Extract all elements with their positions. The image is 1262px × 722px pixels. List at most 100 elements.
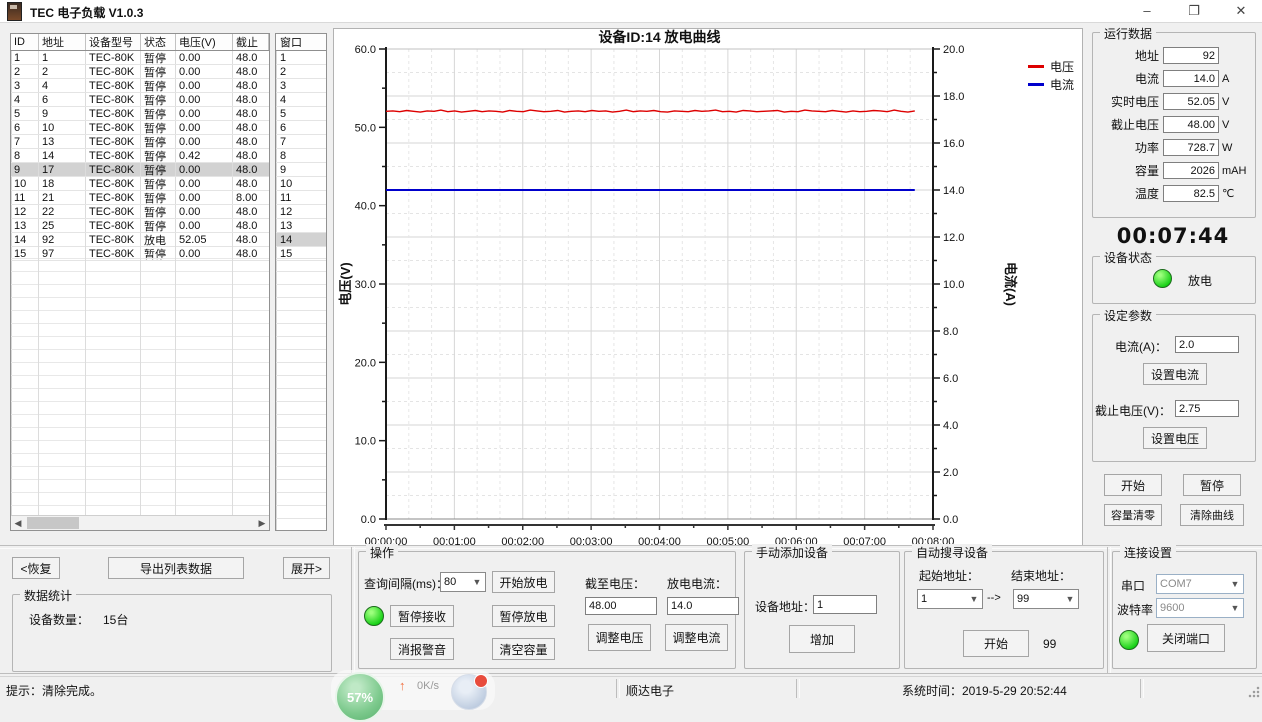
window-table-header: 窗口 bbox=[276, 34, 326, 51]
set-params-title: 设定参数 bbox=[1100, 307, 1157, 324]
restore-button[interactable]: <恢复 bbox=[12, 557, 60, 579]
window-row[interactable]: 13 bbox=[276, 219, 326, 233]
status-light-icon bbox=[1153, 269, 1172, 288]
window-row[interactable]: 7 bbox=[276, 135, 326, 149]
set-current-input[interactable]: 2.0 bbox=[1175, 336, 1239, 353]
window-row[interactable]: 5 bbox=[276, 107, 326, 121]
table-row[interactable]: 12 22 TEC-80K 暂停 0.00 48.0 bbox=[11, 205, 269, 219]
scrollbar-thumb[interactable] bbox=[27, 517, 79, 529]
column-header[interactable]: 设备型号 bbox=[86, 34, 141, 50]
table-row[interactable]: 7 13 TEC-80K 暂停 0.00 48.0 bbox=[11, 135, 269, 149]
svg-text:18.0: 18.0 bbox=[943, 91, 964, 103]
run-data-value: 2026 bbox=[1163, 162, 1219, 179]
window-row[interactable]: 8 bbox=[276, 149, 326, 163]
run-data-value: 82.5 bbox=[1163, 185, 1219, 202]
column-header[interactable]: 截止 bbox=[233, 34, 269, 50]
close-port-button[interactable]: 关闭端口 bbox=[1147, 624, 1225, 652]
window-row[interactable]: 14 bbox=[276, 233, 326, 247]
op-current-input[interactable]: 14.0 bbox=[667, 597, 739, 615]
mute-alarm-button[interactable]: 消报警音 bbox=[390, 638, 454, 660]
clear-capacity-button[interactable]: 清空容量 bbox=[492, 638, 555, 660]
start-button[interactable]: 开始 bbox=[1104, 474, 1162, 496]
window-row[interactable]: 2 bbox=[276, 65, 326, 79]
export-list-button[interactable]: 导出列表数据 bbox=[108, 557, 244, 579]
table-row[interactable]: 13 25 TEC-80K 暂停 0.00 48.0 bbox=[11, 219, 269, 233]
search-start-button[interactable]: 开始 bbox=[963, 630, 1029, 657]
serial-port-dropdown[interactable]: COM7 ▼ bbox=[1156, 574, 1244, 594]
column-header[interactable]: 地址 bbox=[39, 34, 86, 50]
discharge-chart: 0.0 10.0 20.0 30.0 40.0 50.0 60.0 0.0 2.0 4.0 6.0 8… bbox=[338, 29, 1018, 548]
add-device-button[interactable]: 增加 bbox=[789, 625, 855, 653]
device-table-hscrollbar[interactable]: ◀ ▶ bbox=[11, 515, 269, 530]
op-cutoff-input[interactable]: 48.00 bbox=[585, 597, 657, 615]
window-row[interactable]: 4 bbox=[276, 93, 326, 107]
badge-icon bbox=[474, 674, 488, 688]
set-current-button[interactable]: 设置电流 bbox=[1143, 363, 1207, 385]
set-voltage-button[interactable]: 设置电压 bbox=[1143, 427, 1207, 449]
port-light-icon bbox=[1119, 630, 1139, 650]
svg-text:12.0: 12.0 bbox=[943, 232, 964, 244]
window-row[interactable]: 12 bbox=[276, 205, 326, 219]
table-row[interactable]: 3 4 TEC-80K 暂停 0.00 48.0 bbox=[11, 79, 269, 93]
table-row[interactable]: 10 18 TEC-80K 暂停 0.00 48.0 bbox=[11, 177, 269, 191]
table-row[interactable]: 4 6 TEC-80K 暂停 0.00 48.0 bbox=[11, 93, 269, 107]
device-addr-input[interactable]: 1 bbox=[813, 595, 877, 614]
run-data-group: 运行数据 地址 92 电流 14.0 A 实时电压 52.05 V 截止电压 48.00 V 功率 72… bbox=[1092, 25, 1256, 218]
chart-panel: 0.0 10.0 20.0 30.0 40.0 50.0 60.0 0.0 2.0 4.0 6.0 8… bbox=[333, 28, 1083, 548]
set-cutoff-input[interactable]: 2.75 bbox=[1175, 400, 1239, 417]
chart-legend: 电压 电流 bbox=[1028, 57, 1074, 93]
column-header[interactable]: ID bbox=[11, 34, 39, 50]
start-addr-dropdown[interactable]: 1 ▼ bbox=[917, 589, 983, 609]
scroll-right-icon[interactable]: ▶ bbox=[255, 516, 269, 530]
table-row[interactable]: 9 17 TEC-80K 暂停 0.00 48.0 bbox=[11, 163, 269, 177]
floating-speed-widget[interactable]: 57% ↑ 0K/s bbox=[331, 670, 495, 722]
window-row[interactable]: 11 bbox=[276, 191, 326, 205]
connection-group: 连接设置 串口 COM7 ▼ 波特率 9600 ▼ 关闭端口 bbox=[1112, 544, 1257, 669]
pause-discharge-button[interactable]: 暂停放电 bbox=[492, 605, 555, 627]
expand-button[interactable]: 展开> bbox=[283, 557, 330, 579]
svg-text:00:04:00: 00:04:00 bbox=[638, 536, 681, 545]
window-row[interactable]: 1 bbox=[276, 51, 326, 65]
window-row[interactable]: 6 bbox=[276, 121, 326, 135]
notification-icon[interactable] bbox=[451, 674, 488, 710]
upload-arrow-icon: ↑ bbox=[399, 678, 406, 693]
window-table: 窗口 123456789101112131415 bbox=[275, 33, 327, 531]
minimize-button[interactable]: – bbox=[1132, 0, 1162, 22]
adjust-voltage-button[interactable]: 调整电压 bbox=[588, 624, 651, 651]
close-button[interactable]: ✕ bbox=[1226, 0, 1256, 22]
pause-button[interactable]: 暂停 bbox=[1183, 474, 1241, 496]
device-table-header: ID 地址 设备型号 状态 电压(V) 截止 bbox=[11, 34, 269, 51]
svg-text:00:02:00: 00:02:00 bbox=[501, 536, 544, 545]
adjust-current-button[interactable]: 调整电流 bbox=[665, 624, 728, 651]
table-row[interactable]: 5 9 TEC-80K 暂停 0.00 48.0 bbox=[11, 107, 269, 121]
table-row[interactable]: 1 1 TEC-80K 暂停 0.00 48.0 bbox=[11, 51, 269, 65]
table-row[interactable]: 6 10 TEC-80K 暂停 0.00 48.0 bbox=[11, 121, 269, 135]
table-row[interactable]: 8 14 TEC-80K 暂停 0.42 48.0 bbox=[11, 149, 269, 163]
column-header[interactable]: 电压(V) bbox=[176, 34, 233, 50]
svg-text:40.0: 40.0 bbox=[355, 201, 376, 213]
resize-grip-icon[interactable] bbox=[1248, 686, 1260, 698]
start-discharge-button[interactable]: 开始放电 bbox=[492, 571, 555, 593]
legend-item: 电压 bbox=[1028, 57, 1074, 75]
svg-text:10.0: 10.0 bbox=[943, 279, 964, 291]
table-row[interactable]: 11 21 TEC-80K 暂停 0.00 8.00 bbox=[11, 191, 269, 205]
window-row[interactable]: 9 bbox=[276, 163, 326, 177]
device-table: ID 地址 设备型号 状态 电压(V) 截止 1 1 TEC-80K 暂停 0.00 48.0 2 2 T… bbox=[10, 33, 270, 531]
baud-rate-dropdown[interactable]: 9600 ▼ bbox=[1156, 598, 1244, 618]
capacity-clear-button[interactable]: 容量清零 bbox=[1104, 504, 1162, 526]
svg-text:30.0: 30.0 bbox=[355, 279, 376, 291]
pause-receive-button[interactable]: 暂停接收 bbox=[390, 605, 454, 627]
end-addr-dropdown[interactable]: 99 ▼ bbox=[1013, 589, 1079, 609]
interval-dropdown[interactable]: 80 ▼ bbox=[440, 572, 486, 592]
window-row[interactable]: 10 bbox=[276, 177, 326, 191]
maximize-button[interactable]: ❐ bbox=[1179, 0, 1209, 22]
table-row[interactable]: 2 2 TEC-80K 暂停 0.00 48.0 bbox=[11, 65, 269, 79]
window-row[interactable]: 3 bbox=[276, 79, 326, 93]
svg-text:2.0: 2.0 bbox=[943, 467, 958, 479]
chevron-down-icon: ▼ bbox=[472, 577, 482, 587]
percent-circle-icon[interactable]: 57% bbox=[335, 672, 385, 722]
column-header[interactable]: 状态 bbox=[141, 34, 176, 50]
scroll-left-icon[interactable]: ◀ bbox=[11, 516, 25, 530]
table-row[interactable]: 14 92 TEC-80K 放电 52.05 48.0 bbox=[11, 233, 269, 247]
clear-curve-button[interactable]: 清除曲线 bbox=[1180, 504, 1244, 526]
